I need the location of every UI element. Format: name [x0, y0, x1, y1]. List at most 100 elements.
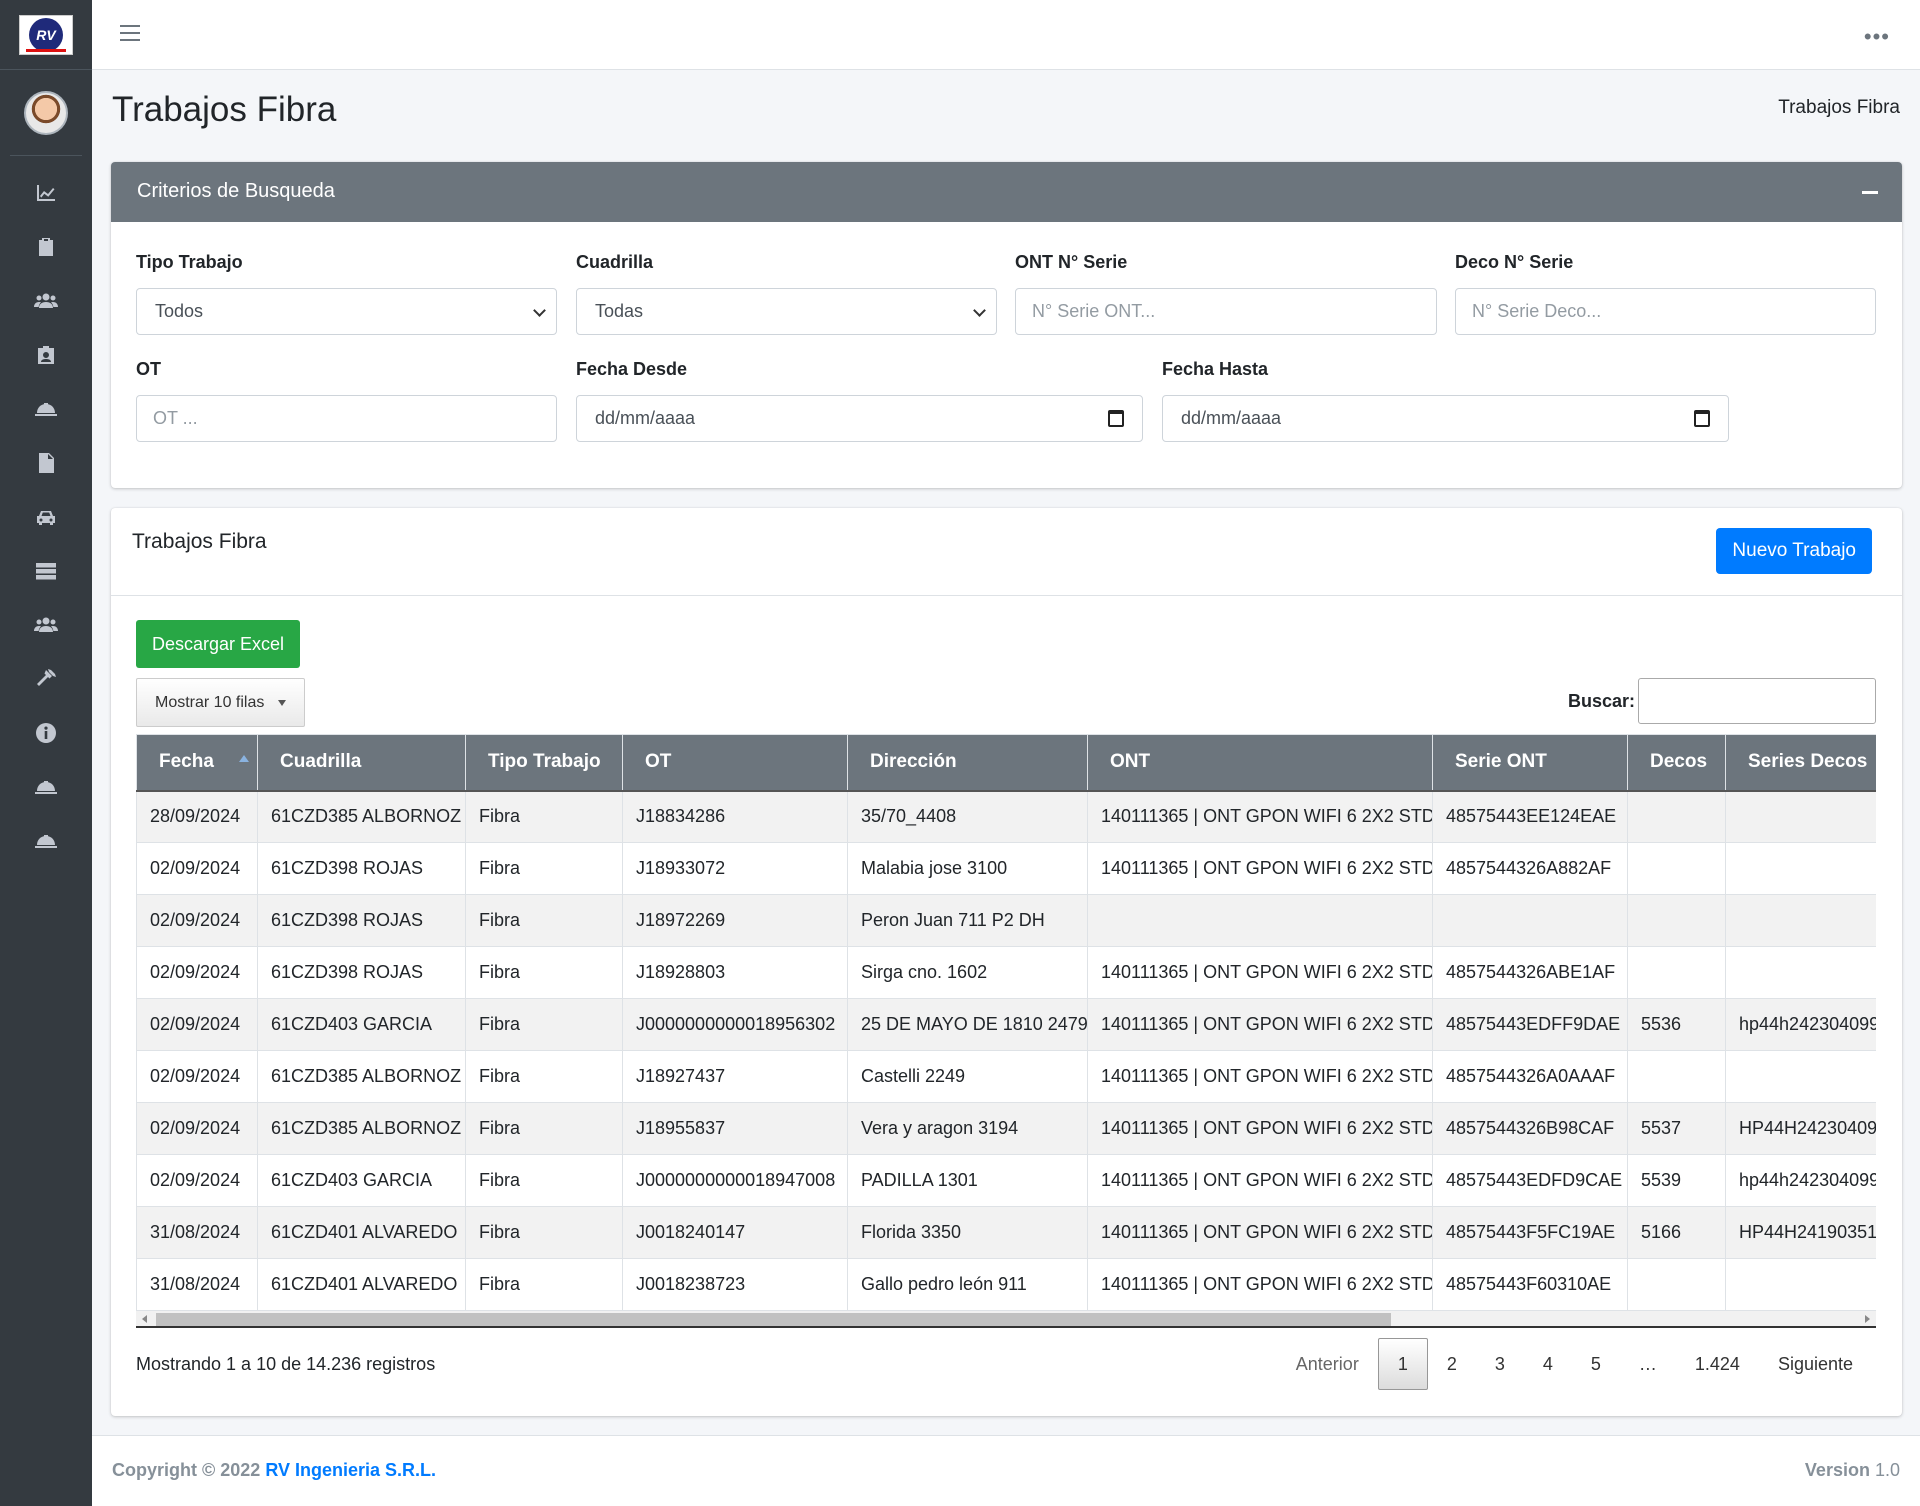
table-cell: 5539: [1627, 1154, 1726, 1207]
table-cell: Florida 3350: [847, 1206, 1088, 1259]
table-cell: Fibra: [465, 842, 623, 895]
table-cell: [1087, 894, 1433, 947]
tipo-trabajo-select[interactable]: Todos: [136, 288, 557, 335]
deco-serie-input[interactable]: N° Serie Deco...: [1455, 288, 1876, 335]
fecha-desde-input[interactable]: dd/mm/aaaa: [576, 395, 1143, 442]
hard-hat-icon[interactable]: [0, 382, 92, 436]
ot-input[interactable]: OT ...: [136, 395, 557, 442]
new-job-button[interactable]: Nuevo Trabajo: [1716, 528, 1872, 574]
table-cell: 5536: [1627, 998, 1726, 1051]
table-cell: 61CZD401 ALVAREDO: [257, 1206, 466, 1259]
column-header-label: Series Decos: [1748, 751, 1868, 773]
column-header[interactable]: Series Decos: [1725, 734, 1876, 792]
table-row[interactable]: 31/08/2024 61CZD401 ALVAREDO Fibra J0018240…: [136, 1206, 1876, 1259]
previous-page-button[interactable]: Anterior: [1277, 1338, 1378, 1390]
table-cell: Fibra: [465, 946, 623, 999]
page-button[interactable]: 4: [1524, 1338, 1572, 1390]
table-cell: Fibra: [465, 998, 623, 1051]
next-page-button[interactable]: Siguiente: [1759, 1338, 1872, 1390]
clipboard-icon[interactable]: [0, 220, 92, 274]
table-cell: 61CZD385 ALBORNOZ: [257, 1050, 466, 1103]
avatar[interactable]: [24, 90, 68, 135]
table-cell: J0018238723: [622, 1258, 848, 1311]
jobs-table-scroll[interactable]: Fecha Cuadrilla Tipo Trabajo OT Dirección ONT…: [136, 734, 1876, 1325]
car-icon[interactable]: [0, 490, 92, 544]
cuadrilla-select[interactable]: Todas: [576, 288, 997, 335]
column-header[interactable]: ONT: [1087, 734, 1433, 792]
table-cell: Sirga cno. 1602: [847, 946, 1088, 999]
logo-mark: RV: [29, 17, 63, 52]
hard-hat-icon[interactable]: [0, 760, 92, 814]
company-link[interactable]: RV Ingenieria S.R.L.: [265, 1460, 436, 1480]
fecha-desde-label: Fecha Desde: [576, 359, 688, 379]
table-cell: Castelli 2249: [847, 1050, 1088, 1103]
hammer-icon[interactable]: [0, 652, 92, 706]
table-cell: 5166: [1627, 1206, 1726, 1259]
table-row[interactable]: 02/09/2024 61CZD398 ROJAS Fibra J18933072 Ma…: [136, 842, 1876, 895]
table-search-input[interactable]: [1638, 678, 1876, 724]
copyright: Copyright © 2022 RV Ingenieria S.R.L.: [112, 1460, 436, 1481]
column-header[interactable]: Cuadrilla: [257, 734, 466, 792]
users-icon[interactable]: [0, 274, 92, 328]
horizontal-scrollbar[interactable]: [136, 1311, 1876, 1328]
tipo-trabajo-value: Todos: [155, 301, 204, 321]
users-icon[interactable]: [0, 598, 92, 652]
table-cell: [1627, 946, 1726, 999]
hard-hat-icon[interactable]: [0, 814, 92, 868]
column-header[interactable]: Decos: [1627, 734, 1726, 792]
jobs-table: Fecha Cuadrilla Tipo Trabajo OT Dirección ONT…: [136, 734, 1876, 1311]
column-header-label: Dirección: [870, 751, 957, 773]
collapse-icon[interactable]: [1862, 191, 1878, 194]
table-row[interactable]: 02/09/2024 61CZD398 ROJAS Fibra J18928803 Si…: [136, 946, 1876, 999]
column-header[interactable]: OT: [622, 734, 848, 792]
table-cell: Fibra: [465, 1206, 623, 1259]
rows-per-page-button[interactable]: Mostrar 10 filas: [136, 678, 305, 727]
column-header[interactable]: Tipo Trabajo: [465, 734, 623, 792]
scrollbar-thumb[interactable]: [156, 1313, 1391, 1326]
tipo-trabajo-label: Tipo Trabajo: [136, 252, 243, 272]
page-button[interactable]: 1.424: [1676, 1338, 1759, 1390]
file-icon[interactable]: [0, 436, 92, 490]
breadcrumb[interactable]: Trabajos Fibra: [1778, 97, 1900, 119]
calendar-icon[interactable]: [1694, 410, 1710, 427]
table-body: 28/09/2024 61CZD385 ALBORNOZ Fibra J1883428…: [136, 790, 1876, 1311]
table-row[interactable]: 02/09/2024 61CZD403 GARCIA Fibra J000000000…: [136, 1154, 1876, 1207]
id-card-icon[interactable]: [0, 328, 92, 382]
table-row[interactable]: 02/09/2024 61CZD385 ALBORNOZ Fibra J1895583…: [136, 1102, 1876, 1155]
brand-logo[interactable]: RV: [0, 0, 92, 70]
table-row[interactable]: 31/08/2024 61CZD401 ALVAREDO Fibra J0018238…: [136, 1258, 1876, 1311]
table-cell: HP44H24190351: [1725, 1206, 1876, 1259]
calendar-icon[interactable]: [1108, 410, 1124, 427]
download-excel-button[interactable]: Descargar Excel: [136, 620, 301, 668]
column-header[interactable]: Serie ONT: [1432, 734, 1628, 792]
ont-serie-label: ONT N° Serie: [1015, 252, 1128, 272]
search-criteria-title: Criterios de Busqueda: [137, 180, 335, 202]
chart-line-icon[interactable]: [0, 166, 92, 220]
table-cell: 31/08/2024: [136, 1258, 258, 1311]
menu-toggle-icon[interactable]: [120, 25, 140, 45]
page-button[interactable]: 3: [1476, 1338, 1524, 1390]
more-options-icon[interactable]: •••: [1864, 24, 1890, 50]
table-cell: Fibra: [465, 1154, 623, 1207]
server-icon[interactable]: [0, 544, 92, 598]
table-cell: 25 DE MAYO DE 1810 2479: [847, 998, 1088, 1051]
footer: Copyright © 2022 RV Ingenieria S.R.L. Ve…: [92, 1435, 1920, 1506]
column-header[interactable]: Dirección: [847, 734, 1088, 792]
table-cell: J18927437: [622, 1050, 848, 1103]
ont-serie-input[interactable]: N° Serie ONT...: [1015, 288, 1437, 335]
page-button[interactable]: 1: [1377, 1338, 1428, 1390]
table-cell: 61CZD398 ROJAS: [257, 842, 466, 895]
table-row[interactable]: 02/09/2024 61CZD403 GARCIA Fibra J000000000…: [136, 998, 1876, 1051]
info-circle-icon[interactable]: [0, 706, 92, 760]
fecha-hasta-input[interactable]: dd/mm/aaaa: [1162, 395, 1729, 442]
table-row[interactable]: 02/09/2024 61CZD398 ROJAS Fibra J18972269 Pe…: [136, 894, 1876, 947]
table-row[interactable]: 02/09/2024 61CZD385 ALBORNOZ Fibra J1892743…: [136, 1050, 1876, 1103]
rows-per-page-label: Mostrar 10 filas: [155, 693, 265, 711]
scroll-right-icon[interactable]: [1865, 1315, 1870, 1323]
page-button[interactable]: 2: [1428, 1338, 1476, 1390]
table-cell: [1725, 842, 1876, 895]
page-button[interactable]: 5: [1572, 1338, 1620, 1390]
column-header[interactable]: Fecha: [136, 734, 258, 792]
table-row[interactable]: 28/09/2024 61CZD385 ALBORNOZ Fibra J1883428…: [136, 790, 1876, 843]
scroll-left-icon[interactable]: [142, 1315, 147, 1323]
